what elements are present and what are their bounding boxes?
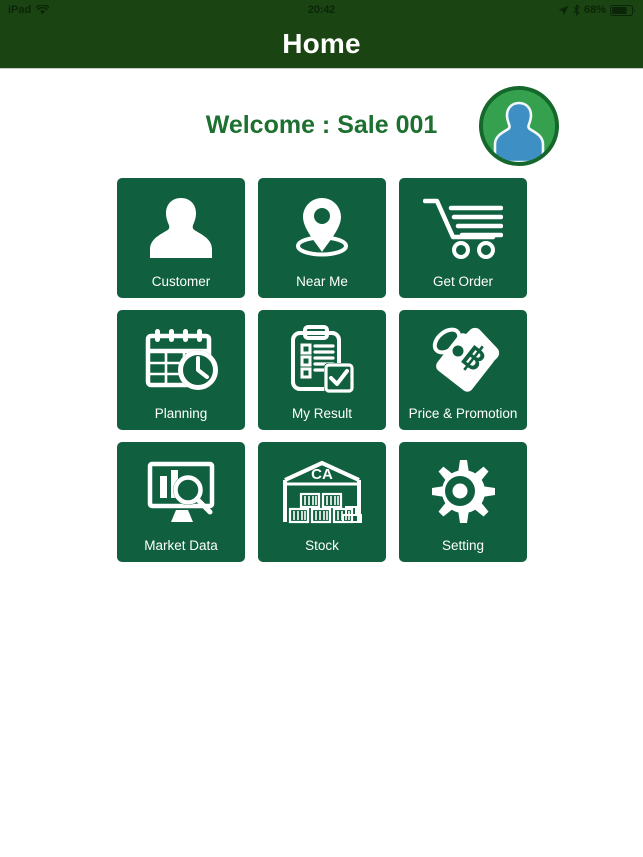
tile-stock[interactable]: CA Stock: [258, 442, 386, 562]
tile-customer[interactable]: Customer: [117, 178, 245, 298]
status-bar-right: 68%: [558, 4, 636, 16]
tile-planning[interactable]: Planning: [117, 310, 245, 430]
status-bar: iPad 20:42 68%: [0, 0, 643, 20]
map-pin-icon: [258, 178, 386, 275]
page-title: Home: [282, 28, 361, 59]
person-silhouette-icon: [117, 178, 245, 275]
tile-label: My Result: [291, 405, 352, 421]
tile-label: Get Order: [432, 273, 494, 289]
avatar[interactable]: [479, 86, 559, 166]
main-content: Welcome : Sale 001 Customer Near Me Get …: [0, 69, 643, 857]
tile-label: Market Data: [144, 537, 218, 553]
clock-label: 20:42: [307, 4, 336, 16]
bluetooth-icon: [573, 4, 580, 16]
battery-icon: [610, 4, 636, 16]
warehouse-sign-text: CA: [311, 466, 333, 483]
price-tag-baht-icon: ฿: [399, 310, 527, 407]
calendar-clock-icon: [117, 310, 245, 407]
shopping-cart-icon: [399, 178, 527, 275]
tile-label: Stock: [305, 537, 339, 553]
status-bar-center: 20:42: [0, 4, 643, 16]
tile-label: Near Me: [296, 273, 348, 289]
tile-setting[interactable]: Setting: [399, 442, 527, 562]
user-avatar-icon: [483, 90, 555, 162]
warehouse-crates-icon: CA: [258, 442, 386, 539]
clipboard-check-icon: [258, 310, 386, 407]
battery-percent-label: 68%: [583, 4, 606, 16]
tile-price-promotion[interactable]: ฿ Price & Promotion: [399, 310, 527, 430]
tile-label: Customer: [151, 273, 211, 289]
tile-get-order[interactable]: Get Order: [399, 178, 527, 298]
tile-label: Price & Promotion: [408, 405, 518, 421]
navigation-bar: Home: [0, 20, 643, 68]
tile-near-me[interactable]: Near Me: [258, 178, 386, 298]
tile-market-data[interactable]: Market Data: [117, 442, 245, 562]
tile-label: Setting: [441, 537, 485, 553]
gear-icon: [399, 442, 527, 539]
location-arrow-icon: [558, 5, 569, 16]
monitor-chart-magnifier-icon: [117, 442, 245, 539]
tile-my-result[interactable]: My Result: [258, 310, 386, 430]
tile-label: Planning: [154, 405, 208, 421]
menu-grid: Customer Near Me Get Order Planning My R…: [117, 178, 527, 562]
